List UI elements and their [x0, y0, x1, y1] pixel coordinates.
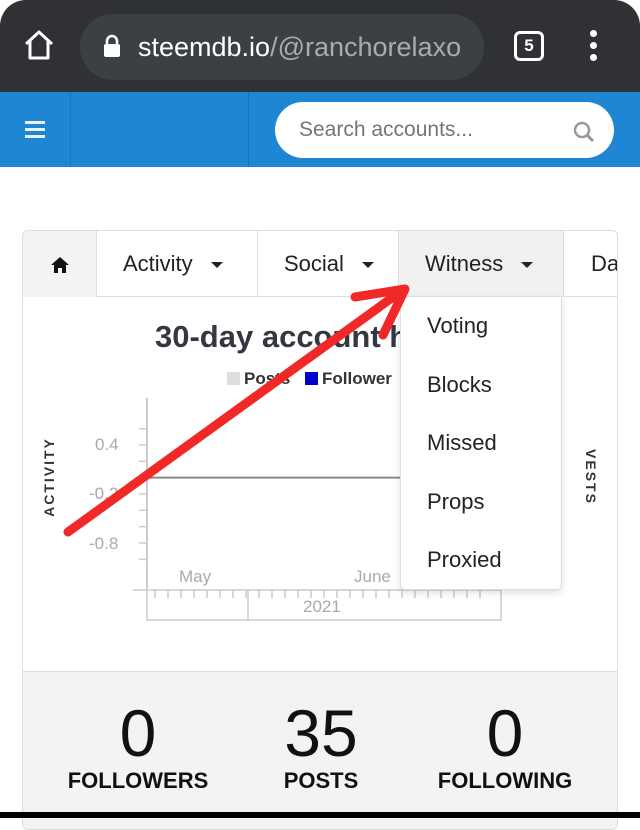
search-icon[interactable] [572, 120, 596, 144]
stat-posts[interactable]: 35 POSTS [231, 698, 411, 794]
site-header [0, 92, 640, 167]
stat-value: 0 [119, 696, 157, 770]
menu-item-blocks[interactable]: Blocks [401, 356, 561, 415]
menu-item-voting[interactable]: Voting [401, 297, 561, 356]
bottom-edge [0, 812, 640, 818]
url-path: /@ranchorelaxo [270, 32, 462, 62]
y-tick: -0.8 [89, 534, 119, 553]
menu-item-props[interactable]: Props [401, 473, 561, 532]
lock-icon [104, 34, 120, 57]
stat-label: FOLLOWING [437, 768, 573, 793]
y-tick: 0.4 [95, 435, 119, 454]
search-input[interactable] [275, 102, 614, 158]
stat-label: FOLLOWERS [67, 768, 209, 793]
menu-item-proxied[interactable]: Proxied [401, 531, 561, 590]
witness-dropdown-menu: Voting Blocks Missed Props Proxied [400, 296, 562, 590]
stat-value: 35 [284, 696, 358, 770]
hamburger-menu-icon[interactable] [25, 121, 45, 142]
y-tick: -0.2 [89, 484, 119, 503]
x-tick: May [179, 567, 212, 586]
stat-followers[interactable]: 0 FOLLOWERS [48, 698, 228, 794]
tab-count-button[interactable]: 5 [514, 31, 544, 61]
url-bar[interactable]: steemdb.io/@ranchorelaxo [80, 14, 484, 80]
stat-value: 0 [486, 696, 524, 770]
stat-label: POSTS [283, 768, 359, 793]
stats-panel: 0 FOLLOWERS 35 POSTS 0 FOLLOWING [23, 671, 617, 829]
x-tick: June [354, 567, 391, 586]
browser-toolbar: steemdb.io/@ranchorelaxo 5 [0, 0, 640, 92]
x-group-label: 2021 [303, 597, 341, 616]
more-menu-icon[interactable] [590, 30, 598, 66]
url-domain: steemdb.io [138, 32, 271, 62]
home-icon[interactable] [22, 28, 56, 62]
stat-following[interactable]: 0 FOLLOWING [415, 698, 595, 794]
menu-item-missed[interactable]: Missed [401, 414, 561, 473]
